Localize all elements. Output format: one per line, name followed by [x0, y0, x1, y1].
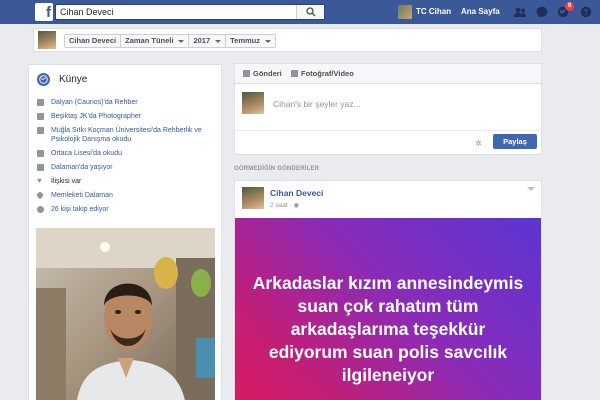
intro-item-university[interactable]: Muğla Sıtkı Koçman Üniversitesi'da Rehbe… [37, 126, 217, 144]
graduation-icon [37, 127, 44, 134]
intro-item-text: Ortaca Lisesi'da okudu [51, 150, 122, 157]
tab-photo-video[interactable]: Fotoğraf/Video [291, 69, 354, 78]
photo-icon [291, 70, 298, 77]
crumb-month-dropdown[interactable]: Temmuz [226, 35, 275, 47]
intro-item-text: Memleketi Dalaman [51, 192, 113, 199]
crumb-label: Zaman Tüneli [125, 36, 174, 45]
help-icon[interactable]: ? [580, 6, 592, 18]
timeline-navigation: Cihan Deveci Zaman Tüneli 2017 Temmuz [33, 28, 542, 52]
avatar[interactable] [242, 187, 264, 209]
crumb-year-dropdown[interactable]: 2017 [189, 35, 227, 47]
chevron-down-icon [265, 39, 272, 43]
location-pin-icon [35, 190, 45, 200]
messages-icon[interactable] [536, 6, 548, 18]
crumb-label: 2017 [193, 36, 211, 45]
intro-item-hometown[interactable]: Memleketi Dalaman [35, 190, 217, 200]
intro-item-text: Muğla Sıtkı Koçman Üniversitesi'da Rehbe… [51, 127, 202, 143]
crumb-timeline-dropdown[interactable]: Zaman Tüneli [121, 35, 190, 47]
post-time-text: 2 saat · [270, 202, 294, 209]
profile-thumbnail[interactable] [38, 31, 56, 49]
globe-privacy-icon: ◉ [293, 202, 300, 209]
intro-item-followers[interactable]: 26 kişi takip ediyor [37, 205, 217, 214]
top-navigation-bar: f Cihan Deveci TC Cihan Ana Sayfa 9 ? [0, 0, 600, 24]
composer-tabs: Gönderi Fotoğraf/Video [235, 64, 541, 84]
intro-item-lives-in[interactable]: Dalaman'da yaşıyor [37, 163, 217, 172]
search-input[interactable]: Cihan Deveci [60, 7, 114, 17]
intro-title: Künye [59, 74, 88, 85]
gear-icon[interactable]: ✲ [475, 139, 482, 148]
tab-photo-label: Fotoğraf/Video [301, 69, 354, 78]
briefcase-icon [37, 113, 44, 120]
crumb-profile-name[interactable]: Cihan Deveci [65, 35, 122, 47]
notification-badge: 9 [565, 2, 574, 11]
intro-item-text: Beşiktaş JK'da Photographer [51, 113, 142, 120]
avatar [398, 5, 412, 19]
section-heading: GÖRMEDİĞİN GÖNDERİLER [234, 166, 320, 172]
home-link[interactable]: Ana Sayfa [461, 7, 500, 16]
profile-name: TC Cihan [416, 7, 452, 16]
post-text: Arkadaslar kızım annesindeymis suan çok … [252, 273, 524, 385]
friend-requests-icon[interactable] [514, 6, 526, 18]
facebook-logo-icon[interactable]: f [35, 3, 53, 21]
post-colored-background: Arkadaslar kızım annesindeymis suan çok … [235, 218, 541, 400]
breadcrumb: Cihan Deveci Zaman Tüneli 2017 Temmuz [64, 34, 277, 48]
intro-item-work-1[interactable]: Dalyan (Caunos)'da Rehber [37, 98, 217, 107]
tab-post[interactable]: Gönderi [243, 69, 282, 78]
share-button[interactable]: Paylaş [493, 134, 537, 149]
intro-item-text: İlişkisi var [51, 178, 82, 185]
intro-item-highschool[interactable]: Ortaca Lisesi'da okudu [37, 149, 217, 158]
chevron-down-icon [178, 39, 185, 43]
search-button[interactable] [296, 5, 324, 19]
selfie-photo-image [36, 228, 215, 400]
intro-item-text: 26 kişi takip ediyor [51, 206, 109, 213]
featured-photo[interactable] [36, 228, 215, 400]
graduation-icon [37, 150, 44, 157]
status-input[interactable]: Cihan's bir şeyler yaz... [273, 99, 361, 109]
tab-post-label: Gönderi [253, 69, 282, 78]
timeline-post: Cihan Deveci 2 saat · ◉ Arkadaslar kızım… [234, 180, 542, 400]
briefcase-icon [37, 99, 44, 106]
followers-icon [37, 206, 44, 213]
post-author-name[interactable]: Cihan Deveci [270, 188, 323, 198]
post-options-chevron-icon[interactable] [527, 187, 535, 191]
chevron-down-icon [215, 39, 222, 43]
search-bar[interactable]: Cihan Deveci [55, 4, 325, 20]
pencil-icon [243, 70, 250, 77]
svg-text:?: ? [584, 8, 589, 17]
intro-list: Dalyan (Caunos)'da Rehber Beşiktaş JK'da… [35, 98, 217, 219]
avatar [242, 92, 264, 114]
intro-card: Künye Dalyan (Caunos)'da Rehber Beşiktaş… [28, 64, 222, 400]
heart-icon: ♥ [37, 176, 42, 185]
home-icon [37, 164, 44, 171]
globe-icon [37, 73, 50, 86]
search-icon [306, 7, 316, 17]
intro-item-text: Dalaman'da yaşıyor [51, 164, 113, 171]
intro-item-work-2[interactable]: Beşiktaş JK'da Photographer [37, 112, 217, 121]
composer-footer: ✲ Paylaş [235, 130, 541, 154]
crumb-label: Cihan Deveci [69, 36, 117, 45]
crumb-label: Temmuz [230, 36, 261, 45]
post-composer: Gönderi Fotoğraf/Video Cihan's bir şeyle… [234, 63, 542, 155]
post-timestamp[interactable]: 2 saat · ◉ [270, 201, 299, 209]
intro-item-relationship: ♥ İlişkisi var [37, 176, 217, 186]
intro-item-text: Dalyan (Caunos)'da Rehber [51, 99, 138, 106]
